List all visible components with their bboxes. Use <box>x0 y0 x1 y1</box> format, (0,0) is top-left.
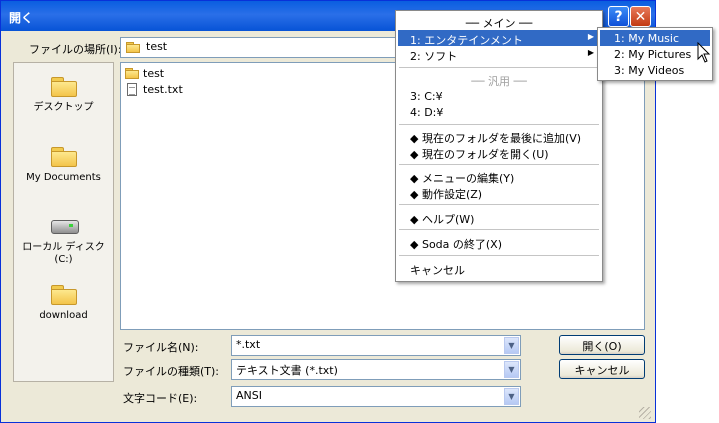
folder-icon <box>126 42 140 53</box>
place-label: download <box>39 310 88 321</box>
menu-item-edit-menu[interactable]: ◆ メニューの編集(Y) <box>398 168 600 185</box>
places-bar: デスクトップ My Documents ローカル ディスク (C:) downl… <box>13 62 114 382</box>
menu-separator <box>399 204 599 205</box>
open-button-label: 開く(O) <box>582 340 622 353</box>
disk-icon <box>49 215 79 237</box>
help-button[interactable]: ? <box>608 6 629 27</box>
cancel-button[interactable]: キャンセル <box>559 359 645 379</box>
place-my-documents[interactable]: My Documents <box>14 145 113 184</box>
menu-separator <box>399 229 599 230</box>
encoding-label: 文字コード(E): <box>123 392 198 405</box>
submenu-item-music[interactable]: 1: My Music <box>600 30 710 46</box>
submenu-item-videos[interactable]: 3: My Videos <box>600 62 710 78</box>
window-title: 開く <box>9 11 34 25</box>
location-value: test <box>146 40 168 53</box>
chevron-right-icon: ▶ <box>587 48 594 57</box>
place-desktop[interactable]: デスクトップ <box>14 75 113 114</box>
location-combo[interactable]: test <box>120 37 410 58</box>
menu-separator <box>399 255 599 256</box>
file-name: test.txt <box>143 83 183 96</box>
folder-icon <box>50 285 77 305</box>
file-name: test <box>143 67 165 80</box>
context-menu: ── メイン ── 1: エンタテインメント ▶ 2: ソフト ▶ ── 汎用 … <box>395 10 603 282</box>
chevron-down-icon[interactable]: ▼ <box>504 337 519 354</box>
place-label: ローカル ディスク (C:) <box>22 242 105 265</box>
menu-item-d-drive[interactable]: 4: D:¥ <box>398 104 600 120</box>
menu-item-help[interactable]: ◆ ヘルプ(W) <box>398 209 600 226</box>
text-file-icon <box>127 83 137 96</box>
filename-label: ファイル名(N): <box>123 341 199 354</box>
menu-separator <box>399 164 599 165</box>
menu-item-cancel[interactable]: キャンセル <box>398 260 600 277</box>
chevron-right-icon: ▶ <box>587 32 594 41</box>
folder-icon <box>125 68 139 79</box>
chevron-down-icon[interactable]: ▼ <box>504 361 519 378</box>
place-download[interactable]: download <box>14 283 113 322</box>
menu-item-c-drive[interactable]: 3: C:¥ <box>398 88 600 104</box>
menu-header-general: ── 汎用 ── <box>471 75 527 88</box>
folder-icon <box>50 147 77 167</box>
menu-item-add-folder[interactable]: ◆ 現在のフォルダを最後に追加(V) <box>398 128 600 145</box>
submenu-item-pictures[interactable]: 2: My Pictures <box>600 46 710 62</box>
filename-input[interactable]: *.txt ▼ <box>231 335 521 356</box>
chevron-down-icon[interactable]: ▼ <box>504 388 519 405</box>
filename-value: *.txt <box>236 338 261 351</box>
menu-header-main: ── メイン ── <box>465 17 533 30</box>
menu-item-open-folder[interactable]: ◆ 現在のフォルダを開く(U) <box>398 144 600 161</box>
encoding-select[interactable]: ANSI ▼ <box>231 386 521 407</box>
filetype-label: ファイルの種類(T): <box>123 365 220 378</box>
encoding-value: ANSI <box>236 389 262 402</box>
filetype-select[interactable]: テキスト文書 (*.txt) ▼ <box>231 359 521 380</box>
menu-item-entertainment[interactable]: 1: エンタテインメント ▶ <box>398 30 600 47</box>
mouse-cursor-icon <box>697 42 711 63</box>
menu-separator <box>399 124 599 125</box>
open-button[interactable]: 開く(O) <box>559 335 645 355</box>
folder-icon <box>50 77 77 97</box>
close-button[interactable]: ✕ <box>630 6 651 27</box>
place-label: デスクトップ <box>33 102 94 113</box>
filetype-value: テキスト文書 (*.txt) <box>236 364 338 377</box>
place-local-disk[interactable]: ローカル ディスク (C:) <box>14 213 113 266</box>
location-label: ファイルの場所(I): <box>29 43 122 56</box>
menu-item-exit[interactable]: ◆ Soda の終了(X) <box>398 234 600 251</box>
submenu: 1: My Music 2: My Pictures 3: My Videos <box>597 27 713 81</box>
menu-separator <box>399 67 599 68</box>
menu-item-soft[interactable]: 2: ソフト ▶ <box>398 46 600 63</box>
resize-grip[interactable] <box>639 407 651 419</box>
cancel-button-label: キャンセル <box>574 364 630 377</box>
place-label: My Documents <box>26 172 101 183</box>
menu-item-settings[interactable]: ◆ 動作設定(Z) <box>398 184 600 201</box>
